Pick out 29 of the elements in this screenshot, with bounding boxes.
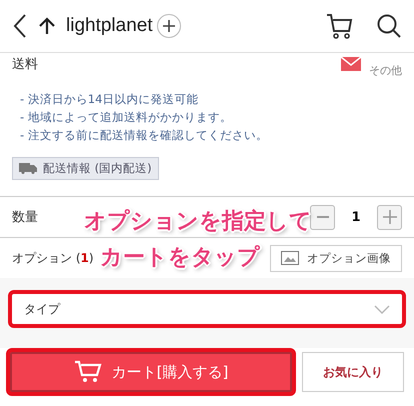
annotation-text: カートをタップ <box>100 244 260 272</box>
shipping-info-button[interactable]: 配送情報 (国内配送) <box>12 157 159 180</box>
plus-button[interactable] <box>377 204 402 230</box>
minus-icon <box>316 216 328 218</box>
image-icon <box>281 251 299 265</box>
cart-icon[interactable] <box>326 12 354 40</box>
minus-button[interactable] <box>310 204 335 230</box>
plus-icon <box>382 210 396 224</box>
shipping-note: - 注文する前に配送情報を確認してください。 <box>20 127 269 143</box>
add-icon[interactable] <box>156 14 181 38</box>
option-label: オプション (1) <box>12 250 94 266</box>
envelope-icon <box>341 57 361 71</box>
back-icon[interactable] <box>12 13 28 39</box>
annotation-text: オプションを指定して <box>84 208 312 236</box>
quantity-label: 数量 <box>12 209 38 226</box>
truck-icon <box>19 163 37 174</box>
type-select[interactable]: タイプ <box>8 290 406 328</box>
shipping-method: その他 <box>369 63 402 78</box>
option-image-button[interactable]: オプション画像 <box>270 244 402 272</box>
shipping-label: 送料 <box>12 56 38 73</box>
cart-icon <box>74 360 102 384</box>
shop-title: lightplanet <box>66 15 153 37</box>
search-icon[interactable] <box>376 13 402 39</box>
favorite-button[interactable]: お気に入り <box>302 352 404 392</box>
chevron-down-icon <box>374 304 390 314</box>
shipping-note: - 決済日から14日以内に発送可能 <box>20 91 200 107</box>
quantity-value: 1 <box>350 210 362 224</box>
shipping-note: - 地域によって追加送料がかかります。 <box>20 109 233 125</box>
add-to-cart-button[interactable]: カート[購入する] <box>6 348 296 396</box>
